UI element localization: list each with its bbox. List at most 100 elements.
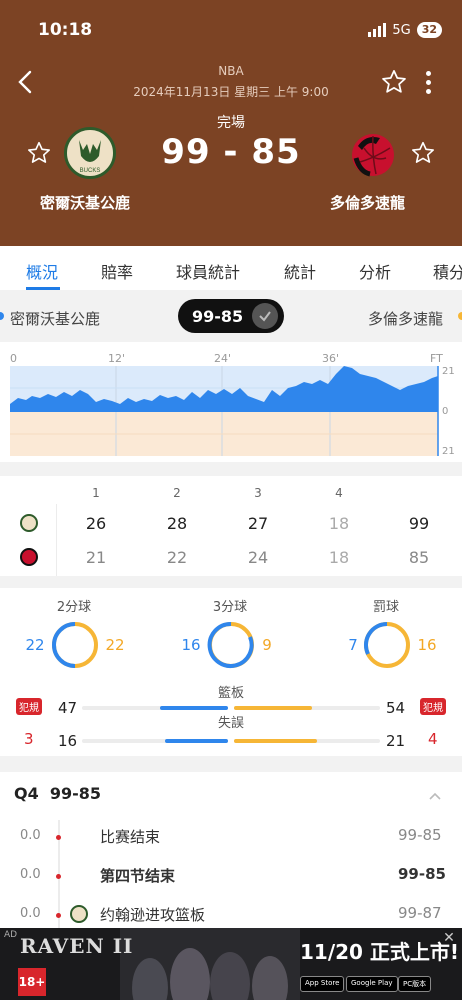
quarter-scores-table: 1 2 3 4 26 28 27 18 99 21 22 24 18 85 xyxy=(0,476,462,576)
tab-standings[interactable]: 積分 xyxy=(433,259,462,283)
away-favorite-star-icon[interactable] xyxy=(410,140,436,166)
quarter-header: 3 xyxy=(254,486,262,500)
tab-player-stats[interactable]: 球員統計 xyxy=(176,259,240,283)
bucks-logo[interactable]: BUCKS xyxy=(64,127,116,179)
tab-overview[interactable]: 概況 xyxy=(26,259,58,283)
ring-3pt xyxy=(207,621,254,668)
ring-ft xyxy=(364,621,410,668)
tab-bar: 概況 賠率 球員統計 統計 分析 積分 xyxy=(0,246,462,290)
away-3pt: 9 xyxy=(262,636,272,654)
stat-label-2pt: 2分球 xyxy=(56,600,92,615)
away-team-name[interactable]: 多倫多速龍 xyxy=(330,192,440,213)
event-dot xyxy=(56,913,61,918)
event-time: 0.0 xyxy=(20,828,41,843)
battery-icon: 32 xyxy=(416,22,442,38)
event-dot xyxy=(56,835,61,840)
away-q1: 21 xyxy=(85,548,107,567)
home-fouls: 3 xyxy=(24,730,34,748)
quarter-header: 2 xyxy=(173,486,181,500)
home-q3: 27 xyxy=(247,514,269,533)
match-header: 10:18 5G 32 NBA 2024年11月13日 星期三 上午 9:00 … xyxy=(0,0,462,246)
strip-score: 99-85 xyxy=(192,306,244,326)
status-bar: 10:18 5G 32 xyxy=(38,18,442,42)
away-turnovers-bar xyxy=(234,739,317,743)
ad-label: AD xyxy=(4,930,18,940)
event-text: 约翰逊进攻篮板 xyxy=(100,906,206,924)
svg-text:BUCKS: BUCKS xyxy=(80,168,101,174)
ad-banner[interactable]: AD RAVEN II 18+ 11/20 正式上市! App Store Go… xyxy=(0,928,462,1000)
home-color-dot xyxy=(0,312,4,320)
home-q1: 26 xyxy=(85,514,107,533)
ad-headline: 11/20 正式上市! xyxy=(300,940,460,964)
strip-away-team: 多倫多速龍 xyxy=(368,310,444,328)
stat-label-ft: 罰球 xyxy=(372,600,399,615)
home-total: 99 xyxy=(408,514,430,533)
away-fouls: 4 xyxy=(428,730,438,748)
quarter-header: 4 xyxy=(335,486,343,500)
quarter-title: Q4 99-85 xyxy=(14,784,102,803)
home-favorite-star-icon[interactable] xyxy=(26,140,52,166)
turnovers-label: 失誤 xyxy=(217,716,244,731)
away-ft: 16 xyxy=(417,636,437,654)
away-q2: 22 xyxy=(166,548,188,567)
more-menu-icon[interactable] xyxy=(420,68,436,96)
home-3pt: 16 xyxy=(181,636,201,654)
google-play-badge: Google Play xyxy=(346,976,398,992)
event-text: 比赛结束 xyxy=(100,828,161,846)
home-q2: 28 xyxy=(166,514,188,533)
quarter-header: 1 xyxy=(92,486,100,500)
event-score: 99-87 xyxy=(398,904,442,922)
away-turnovers: 21 xyxy=(386,732,406,750)
event-score: 99-85 xyxy=(398,865,446,883)
score-pill[interactable]: 99-85 xyxy=(178,299,284,333)
ad-artwork xyxy=(120,928,300,1000)
event-time: 0.0 xyxy=(20,867,41,882)
home-turnovers-bar xyxy=(165,739,228,743)
age-rating-badge: 18+ xyxy=(18,968,46,996)
pc-badge: PC版本 xyxy=(398,976,432,992)
bucks-event-icon xyxy=(70,905,88,923)
favorite-star-icon[interactable] xyxy=(380,68,408,96)
home-rebounds-bar xyxy=(160,706,228,710)
app-store-badge: App Store xyxy=(300,976,345,992)
ad-close-icon[interactable]: ✕ xyxy=(440,930,458,948)
home-turnovers: 16 xyxy=(58,732,78,750)
tab-analysis[interactable]: 分析 xyxy=(359,259,391,283)
home-team-name[interactable]: 密爾沃基公鹿 xyxy=(40,192,150,213)
event-time: 0.0 xyxy=(20,906,41,921)
tab-odds[interactable]: 賠率 xyxy=(101,259,133,283)
bucks-mini-logo xyxy=(20,514,38,532)
momentum-plot xyxy=(10,366,439,456)
away-rebounds-bar xyxy=(234,706,312,710)
away-total: 85 xyxy=(408,548,430,567)
event-dot xyxy=(56,874,61,879)
momentum-chart: 0 12' 24' 36' FT 21 0 21 xyxy=(0,342,462,462)
ad-game-title: RAVEN II xyxy=(20,934,134,958)
raptors-logo[interactable] xyxy=(346,128,398,180)
stat-label-3pt: 3分球 xyxy=(212,600,248,615)
score-strip: 密爾沃基公鹿 99-85 多倫多速龍 xyxy=(0,292,462,340)
divider xyxy=(56,504,57,576)
signal-icon xyxy=(368,23,387,37)
tab-stats[interactable]: 統計 xyxy=(284,259,316,283)
away-color-dot xyxy=(458,312,462,320)
network-label: 5G xyxy=(392,22,411,38)
away-2pt: 22 xyxy=(105,636,125,654)
home-q4: 18 xyxy=(328,514,350,533)
event-text: 第四节结束 xyxy=(100,867,176,885)
event-score: 99-85 xyxy=(398,826,442,844)
play-by-play: Q4 99-85 0.0 比赛结束 99-85 0.0 第四节结束 99-85 … xyxy=(0,772,462,928)
home-2pt: 22 xyxy=(25,636,45,654)
status-time: 10:18 xyxy=(38,20,93,40)
y-tick: 21 xyxy=(442,366,455,377)
active-tab-indicator xyxy=(26,287,60,290)
team-stats-card: 2分球 3分球 罰球 22 22 16 9 7 16 犯規 3 犯規 4 籃板 … xyxy=(0,588,462,756)
ring-2pt xyxy=(52,622,98,668)
y-tick: 0 xyxy=(442,406,449,417)
strip-home-team: 密爾沃基公鹿 xyxy=(10,310,101,328)
check-icon xyxy=(252,303,278,329)
raptors-mini-logo xyxy=(20,548,38,566)
away-q4: 18 xyxy=(328,548,350,567)
y-tick: 21 xyxy=(442,446,455,457)
collapse-chevron-icon[interactable] xyxy=(428,788,442,802)
